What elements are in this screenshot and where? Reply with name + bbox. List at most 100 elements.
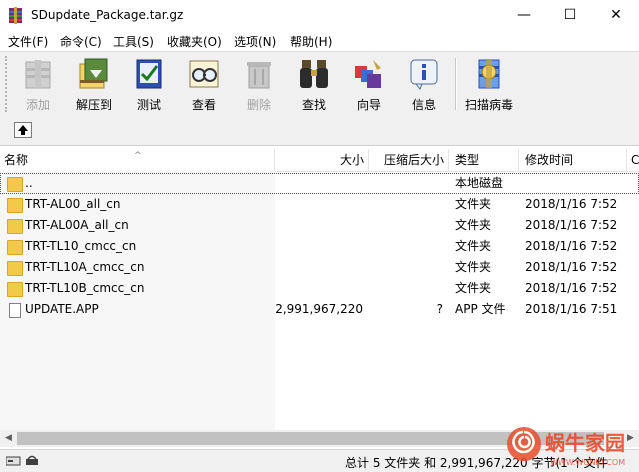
item-type: 文件夹 bbox=[455, 239, 492, 253]
snail-home-watermark-logo: 蜗牛家园 WWW.WONIU.COM bbox=[507, 427, 625, 467]
maximize-button[interactable]: ☐ bbox=[547, 0, 593, 31]
folder-icon bbox=[7, 261, 23, 276]
list-item[interactable]: TRT-TL10A_cmcc_cn 文件夹 2018/1/16 7:52 bbox=[0, 257, 639, 278]
menu-options[interactable]: 选项(N) bbox=[234, 33, 276, 50]
column-packed-label: 压缩后大小 bbox=[383, 153, 444, 167]
folder-icon bbox=[7, 198, 23, 213]
list-header: 名称 ^ 大小 压缩后大小 类型 修改时间 C bbox=[0, 149, 639, 172]
item-modified: 2018/1/16 7:52 bbox=[525, 197, 618, 211]
column-name-label: 名称 bbox=[4, 153, 29, 167]
watermark-subtext: WWW.WONIU.COM bbox=[550, 458, 625, 467]
item-modified: 2018/1/16 7:52 bbox=[525, 218, 618, 232]
item-name: TRT-AL00_all_cn bbox=[25, 197, 121, 211]
item-name: TRT-TL10_cmcc_cn bbox=[25, 239, 137, 253]
item-type: 文件夹 bbox=[455, 260, 492, 274]
menu-help[interactable]: 帮助(H) bbox=[290, 33, 332, 50]
virus-scan-icon bbox=[478, 59, 500, 89]
column-name[interactable]: 名称 ^ bbox=[0, 149, 275, 171]
item-type: APP 文件 bbox=[455, 302, 506, 316]
column-type[interactable]: 类型 bbox=[449, 149, 519, 171]
minimize-button[interactable]: — bbox=[501, 0, 547, 31]
find-button[interactable]: 查找 bbox=[288, 54, 340, 114]
list-item[interactable]: TRT-TL10_cmcc_cn 文件夹 2018/1/16 7:52 bbox=[0, 236, 639, 257]
item-modified: 2018/1/16 7:52 bbox=[525, 260, 618, 274]
virus-scan-label: 扫描病毒 bbox=[464, 98, 513, 112]
drive-lock-icon bbox=[6, 455, 38, 466]
item-packed-size: ? bbox=[436, 302, 443, 316]
info-label: 信息 bbox=[411, 98, 436, 112]
delete-button[interactable]: 删除 bbox=[233, 54, 285, 114]
title-bar: SDupdate_Package.tar.gz — ☐ ✕ bbox=[0, 0, 639, 31]
folder-icon bbox=[7, 219, 23, 234]
column-modified[interactable]: 修改时间 bbox=[519, 149, 627, 171]
column-size[interactable]: 大小 bbox=[275, 149, 369, 171]
menu-favorites[interactable]: 收藏夹(O) bbox=[167, 33, 222, 50]
folder-icon bbox=[7, 177, 23, 192]
view-button[interactable]: 查看 bbox=[178, 54, 230, 114]
winrar-app-icon bbox=[9, 7, 22, 24]
list-item[interactable]: TRT-TL10B_cmcc_cn 文件夹 2018/1/16 7:52 bbox=[0, 278, 639, 299]
info-icon bbox=[410, 59, 438, 90]
menu-commands[interactable]: 命令(C) bbox=[60, 33, 102, 50]
view-label: 查看 bbox=[191, 98, 216, 112]
item-name: TRT-TL10B_cmcc_cn bbox=[25, 281, 145, 295]
list-item-parent[interactable]: .. 本地磁盘 bbox=[0, 173, 639, 194]
file-icon bbox=[9, 303, 21, 318]
item-modified: 2018/1/16 7:52 bbox=[525, 281, 618, 295]
test-button[interactable]: 测试 bbox=[123, 54, 175, 114]
menu-tools[interactable]: 工具(S) bbox=[113, 33, 154, 50]
close-button[interactable]: ✕ bbox=[593, 0, 639, 31]
column-crc-label: C bbox=[631, 153, 639, 167]
item-modified: 2018/1/16 7:52 bbox=[525, 239, 618, 253]
item-size: 2,991,967,220 bbox=[275, 302, 363, 316]
extract-label: 解压到 bbox=[75, 98, 112, 112]
test-label: 测试 bbox=[136, 98, 161, 112]
test-icon bbox=[136, 59, 162, 89]
view-glasses-icon bbox=[189, 60, 219, 88]
item-modified: 2018/1/16 7:51 bbox=[525, 302, 618, 316]
column-packed[interactable]: 压缩后大小 bbox=[369, 149, 449, 171]
info-button[interactable]: 信息 bbox=[398, 54, 450, 114]
sort-ascending-icon: ^ bbox=[134, 151, 142, 161]
folder-icon bbox=[7, 282, 23, 297]
list-item[interactable]: UPDATE.APP 2,991,967,220 ? APP 文件 2018/1… bbox=[0, 299, 639, 320]
list-item[interactable]: TRT-AL00_all_cn 文件夹 2018/1/16 7:52 bbox=[0, 194, 639, 215]
watermark-text: 蜗牛家园 bbox=[545, 431, 625, 455]
address-bar bbox=[0, 117, 639, 146]
extract-to-icon bbox=[79, 58, 108, 89]
column-modified-label: 修改时间 bbox=[525, 153, 574, 167]
column-crc[interactable]: C bbox=[627, 149, 639, 171]
scroll-left-icon[interactable]: ◀ bbox=[0, 430, 17, 447]
menu-bar: 文件(F) 命令(C) 工具(S) 收藏夹(O) 选项(N) 帮助(H) bbox=[0, 31, 639, 51]
delete-label: 删除 bbox=[246, 98, 271, 112]
item-type: 文件夹 bbox=[455, 281, 492, 295]
item-type: 本地磁盘 bbox=[455, 176, 504, 190]
toolbar-separator bbox=[455, 58, 457, 110]
item-name: TRT-TL10A_cmcc_cn bbox=[25, 260, 145, 274]
add-label: 添加 bbox=[25, 98, 50, 112]
toolbar: 添加 解压到 测试 查看 删除 查找 向导 信息 扫描病毒 bbox=[0, 51, 639, 118]
column-type-label: 类型 bbox=[455, 153, 480, 167]
add-archive-icon bbox=[25, 60, 51, 89]
item-type: 文件夹 bbox=[455, 197, 492, 211]
item-name: TRT-AL00A_all_cn bbox=[25, 218, 129, 232]
toolbar-grip[interactable] bbox=[5, 56, 10, 112]
find-binoculars-icon bbox=[300, 60, 328, 88]
extract-button[interactable]: 解压到 bbox=[68, 54, 120, 114]
item-name: UPDATE.APP bbox=[25, 302, 99, 316]
item-type: 文件夹 bbox=[455, 218, 492, 232]
virus-scan-button[interactable]: 扫描病毒 bbox=[461, 54, 517, 114]
wizard-label: 向导 bbox=[356, 98, 381, 112]
list-item[interactable]: TRT-AL00A_all_cn 文件夹 2018/1/16 7:52 bbox=[0, 215, 639, 236]
item-name: .. bbox=[25, 176, 33, 190]
add-button[interactable]: 添加 bbox=[12, 54, 64, 114]
menu-file[interactable]: 文件(F) bbox=[8, 33, 48, 50]
delete-icon bbox=[247, 62, 271, 89]
up-arrow-icon bbox=[18, 125, 28, 135]
wizard-button[interactable]: 向导 bbox=[343, 54, 395, 114]
folder-icon bbox=[7, 240, 23, 255]
wizard-icon bbox=[355, 60, 381, 88]
up-folder-button[interactable] bbox=[14, 122, 32, 138]
window-title: SDupdate_Package.tar.gz bbox=[31, 8, 184, 22]
column-size-label: 大小 bbox=[339, 153, 364, 167]
